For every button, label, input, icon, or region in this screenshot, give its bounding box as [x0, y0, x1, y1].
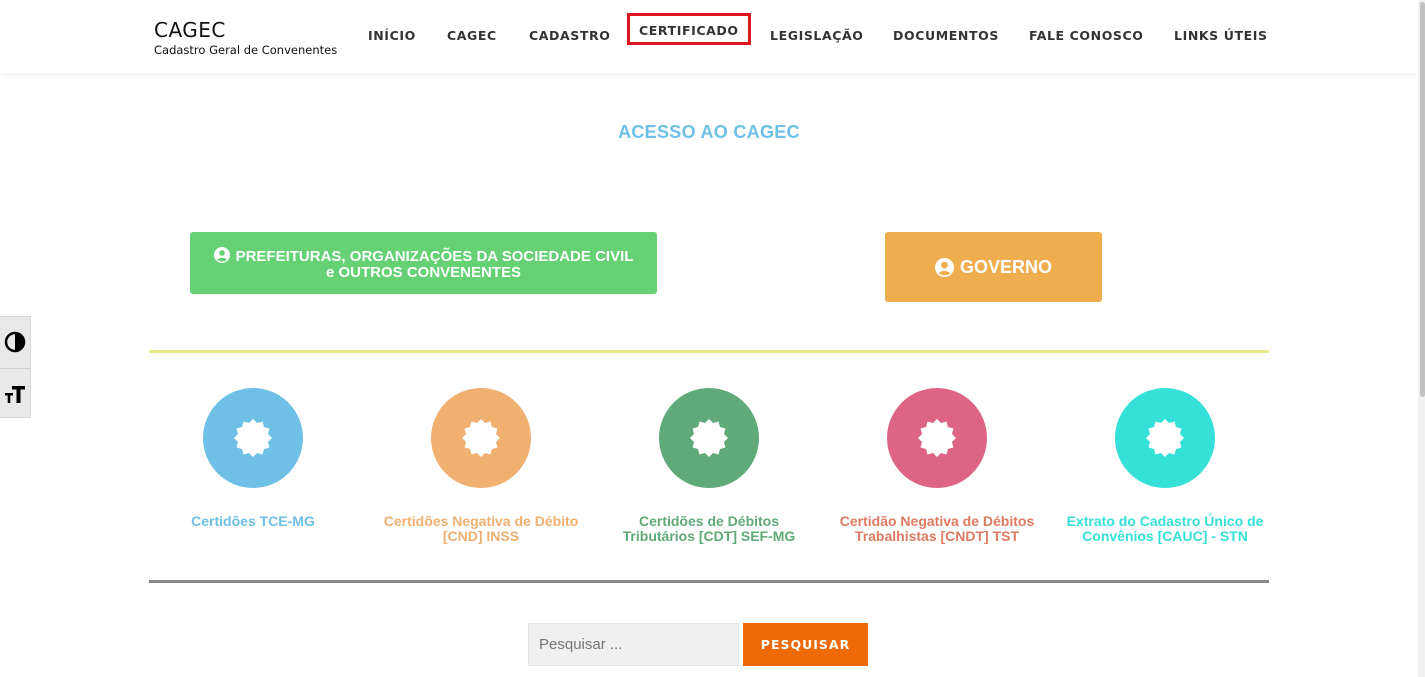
certificate-label-line1: Certidões Negativa de Débito: [383, 513, 579, 529]
search-button[interactable]: PESQUISAR: [743, 623, 868, 666]
contrast-toggle-button[interactable]: [0, 317, 30, 367]
certificate-label[interactable]: Certidão Negativa de Débitos Trabalhistas…: [832, 514, 1042, 544]
certificate-label-line1: Extrato do Cadastro Único de: [1066, 513, 1264, 529]
badge-certificate-icon: [462, 419, 500, 457]
badge-certificate-icon: [234, 419, 272, 457]
scroll-thumb[interactable]: [1420, 2, 1425, 397]
badge-certificate-icon: [690, 419, 728, 457]
nav-legislacao[interactable]: LEGISLAÇÃO: [770, 28, 864, 43]
brand-title[interactable]: CAGEC: [154, 18, 337, 42]
governo-access-button[interactable]: GOVERNO: [885, 232, 1102, 302]
nav-documentos[interactable]: DOCUMENTOS: [893, 28, 999, 43]
certificate-card[interactable]: Extrato do Cadastro Único de Convênios [C…: [1060, 388, 1270, 544]
certificate-card[interactable]: Certidões TCE-MG: [148, 388, 358, 529]
certificate-label-line2: Convênios [CAUC] - STN: [1082, 528, 1248, 544]
badge-certificate-icon: [918, 419, 956, 457]
nav-certificado[interactable]: CERTIFICADO: [627, 13, 751, 45]
certificate-label-line1: Certidões TCE-MG: [191, 513, 315, 529]
certificate-label-line2: [CND] INSS: [442, 528, 520, 544]
certificate-label[interactable]: Certidões Negativa de Débito [CND] INSS: [376, 514, 586, 544]
certificate-circle[interactable]: [203, 388, 303, 488]
nav-links-uteis[interactable]: LINKS ÚTEIS: [1174, 28, 1268, 43]
certificate-label-line2: Tributários [CDT] SEF-MG: [622, 528, 796, 544]
contrast-icon: [4, 331, 26, 353]
font-size-button[interactable]: [0, 368, 30, 418]
certificate-card[interactable]: Certidões Negativa de Débito [CND] INSS: [376, 388, 586, 544]
search-input[interactable]: [528, 623, 739, 666]
nav-inicio[interactable]: INÍCIO: [368, 28, 416, 43]
nav-fale-conosco[interactable]: FALE CONOSCO: [1029, 28, 1144, 43]
certificate-label-line1: Certidões de Débitos: [638, 513, 780, 529]
convenentes-label-line1: PREFEITURAS, ORGANIZAÇÕES DA SOCIEDADE C…: [235, 248, 634, 265]
nav-cagec[interactable]: CAGEC: [447, 28, 497, 43]
divider-yellow: [149, 350, 1269, 353]
certificate-circle[interactable]: [431, 388, 531, 488]
divider-grey: [149, 580, 1269, 583]
badge-certificate-icon: [1146, 419, 1184, 457]
certificate-label-line2: Trabalhistas [CNDT] TST: [854, 528, 1020, 544]
convenentes-label-line2: e OUTROS CONVENENTES: [325, 264, 522, 281]
user-circle-icon: [934, 257, 954, 277]
certificate-card[interactable]: Certidões de Débitos Tributários [CDT] SE…: [604, 388, 814, 544]
certificate-label[interactable]: Certidões TCE-MG: [148, 514, 358, 529]
certificate-circle[interactable]: [887, 388, 987, 488]
section-title: ACESSO AO CAGEC: [618, 122, 800, 142]
governo-label: GOVERNO: [959, 256, 1052, 277]
certificate-label[interactable]: Certidões de Débitos Tributários [CDT] SE…: [604, 514, 814, 544]
certificate-label[interactable]: Extrato do Cadastro Único de Convênios [C…: [1060, 514, 1270, 544]
brand[interactable]: CAGEC Cadastro Geral de Convenentes: [154, 18, 337, 57]
certificate-circle[interactable]: [659, 388, 759, 488]
certificate-card[interactable]: Certidão Negativa de Débitos Trabalhistas…: [832, 388, 1042, 544]
nav-cadastro[interactable]: CADASTRO: [529, 28, 610, 43]
convenentes-access-button[interactable]: PREFEITURAS, ORGANIZAÇÕES DA SOCIEDADE C…: [190, 232, 657, 294]
certificate-label-line1: Certidão Negativa de Débitos: [839, 513, 1035, 529]
site-header: CAGEC Cadastro Geral de Convenentes INÍC…: [0, 0, 1418, 73]
brand-subtitle: Cadastro Geral de Convenentes: [154, 43, 338, 57]
certificate-circle[interactable]: [1115, 388, 1215, 488]
user-circle-icon: [213, 247, 230, 263]
page-scrollbar[interactable]: [1418, 0, 1425, 677]
accessibility-toolbar: [0, 316, 31, 418]
font-size-icon: [5, 385, 25, 403]
